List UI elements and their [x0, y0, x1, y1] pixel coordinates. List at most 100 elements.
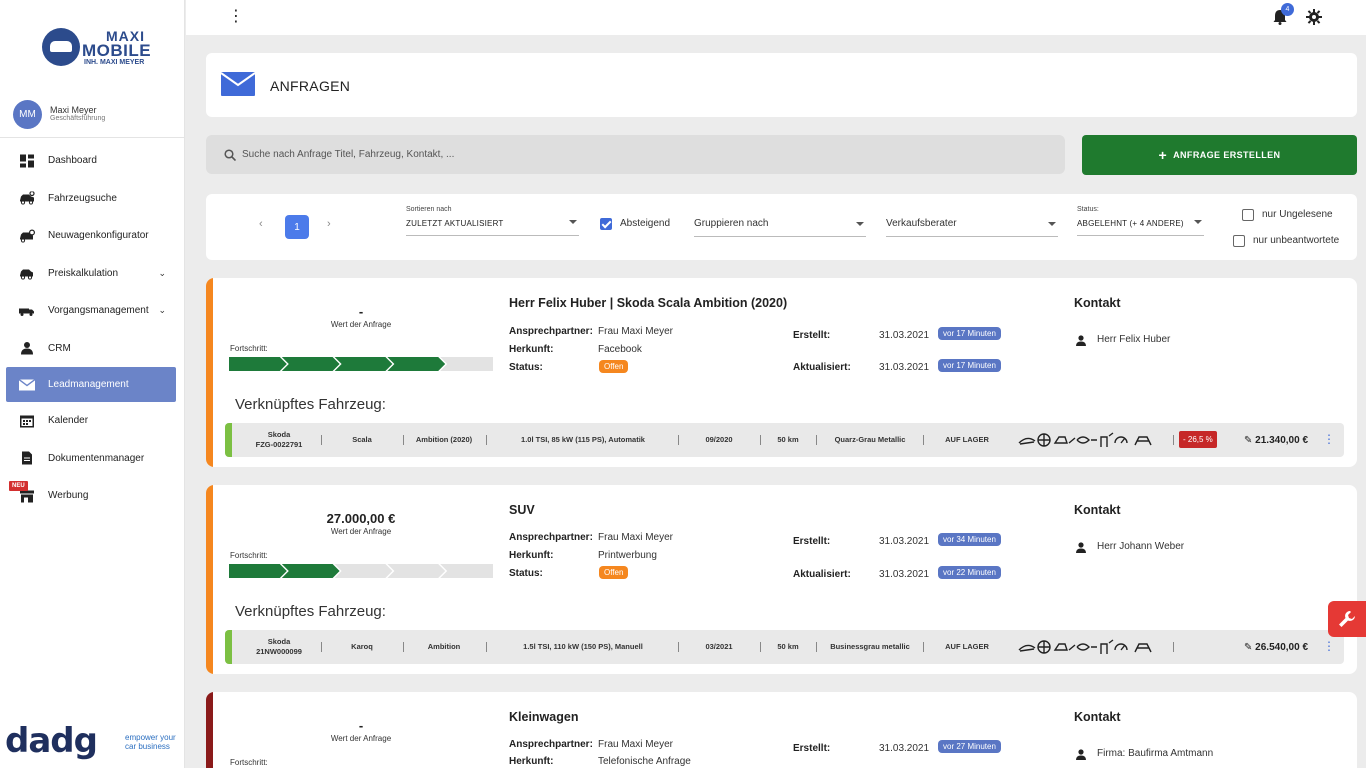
progress-bar [229, 357, 493, 371]
new-badge: NEU [9, 481, 28, 491]
feature-icon [1100, 639, 1114, 654]
sidebar-item-label: Werbung [48, 490, 89, 502]
feature-icon [1134, 643, 1152, 653]
sidebar: MAXI MOBILE INH. MAXI MEYER MM Maxi Meye… [0, 0, 185, 768]
maxi-mobile-logo[interactable]: MAXI MOBILE INH. MAXI MEYER [40, 28, 151, 72]
vehicle-color: Businessgrau metallic [830, 642, 910, 651]
sidebar-item-leadmanagement[interactable]: Leadmanagement [6, 367, 176, 402]
updated-date: 31.03.2021 [879, 362, 930, 373]
contact-name[interactable]: Herr Johann Weber [1097, 541, 1184, 552]
vehicle-make-id: Skoda 21NW000099 [239, 630, 319, 664]
sidebar-item-neuwagenkonfigurator[interactable]: Neuwagenkonfigurator [0, 217, 185, 255]
status-select[interactable]: Status: ABGELEHNT (+ 4 ANDERE) [1077, 206, 1204, 236]
divider [923, 435, 924, 445]
page-button-current[interactable]: 1 [285, 215, 309, 239]
contact-name[interactable]: Firma: Baufirma Amtmann [1097, 748, 1213, 759]
inquiry-value-caption: Wert der Anfrage [330, 527, 392, 536]
created-date: 31.03.2021 [879, 743, 930, 754]
chevron-down-icon[interactable]: ⌄ [158, 268, 166, 279]
progress-label: Fortschritt: [230, 758, 268, 767]
wrench-icon [1339, 611, 1355, 627]
created-label: Erstellt: [793, 743, 831, 754]
inquiry-card[interactable]: - Wert der Anfrage Fortschritt: Kleinwag… [206, 692, 1357, 768]
chevron-down-icon[interactable]: ⌄ [158, 305, 166, 316]
unanswered-only-label: nur unbeantwortete [1253, 235, 1340, 246]
search-icon [224, 149, 236, 161]
contact-heading: Kontakt [1074, 503, 1121, 517]
sidebar-item-crm[interactable]: CRM [0, 330, 185, 368]
sort-label: Sortieren nach [406, 206, 452, 213]
create-inquiry-button[interactable]: + ANFRAGE ERSTELLEN [1082, 135, 1357, 175]
sales-advisor-select[interactable]: Verkaufsberater [886, 209, 1058, 237]
person-icon [1076, 542, 1086, 553]
vehicle-status-stripe [225, 423, 232, 457]
inquiry-value: - [358, 304, 364, 319]
status-badge: Offen [599, 566, 629, 579]
chevron-left-icon[interactable]: ‹ [259, 218, 263, 230]
vehicle-stock: AUF LAGER [945, 435, 989, 444]
user-profile[interactable]: MM Maxi Meyer Geschäftsführung [0, 96, 185, 138]
inquiry-card[interactable]: - Wert der Anfrage Fortschritt: Herr Fel… [206, 278, 1357, 467]
sidebar-item-werbung[interactable]: Werbung [0, 477, 185, 515]
document-icon [22, 451, 32, 465]
inquiry-title[interactable]: Kleinwagen [509, 710, 578, 724]
divider [760, 435, 761, 445]
sidebar-item-kalender[interactable]: Kalender [0, 402, 185, 440]
sidebar-item-dashboard[interactable]: Dashboard [0, 142, 185, 180]
vehicle-id: FZG-0022791 [255, 440, 303, 449]
vehicle-price[interactable]: ✎ 21.340,00 € [1244, 435, 1308, 446]
feature-icon [1076, 436, 1097, 444]
calendar-icon [20, 415, 34, 428]
sidebar-item-vorgangsmanagement[interactable]: Vorgangsmanagement ⌄ [0, 292, 185, 330]
unanswered-only-checkbox[interactable] [1233, 235, 1245, 247]
status-stripe [206, 485, 213, 674]
tools-button[interactable] [1328, 601, 1366, 637]
inquiry-title[interactable]: SUV [509, 503, 535, 517]
divider [403, 642, 404, 652]
sidebar-item-preiskalkulation[interactable]: Preiskalkulation ⌄ [0, 255, 185, 293]
status-label: Status: [509, 568, 543, 579]
inquiry-title[interactable]: Herr Felix Huber | Skoda Scala Ambition … [509, 296, 787, 310]
sort-select[interactable]: Sortieren nach ZULETZT AKTUALISIERT [406, 206, 579, 236]
divider [486, 435, 487, 445]
divider [403, 435, 404, 445]
chevron-right-icon[interactable]: › [327, 218, 331, 230]
vehicle-feature-icons [1018, 639, 1152, 654]
divider [486, 642, 487, 652]
sidebar-item-fahrzeugsuche[interactable]: Fahrzeugsuche [0, 180, 185, 218]
progress-segment [281, 564, 340, 578]
car-logo-icon [42, 28, 80, 66]
divider [1173, 642, 1174, 652]
dropdown-arrow-icon [569, 220, 577, 224]
linked-vehicle-row[interactable]: Skoda FZG-0022791 Scala Ambition (2020) 1… [225, 423, 1344, 457]
sidebar-item-label: Vorgangsmanagement [48, 305, 149, 317]
origin-label: Herkunft: [509, 550, 554, 561]
gear-icon[interactable] [1306, 9, 1322, 25]
vehicle-mileage: 50 km [777, 642, 799, 651]
more-vert-icon[interactable]: ⋮ [1323, 433, 1335, 445]
contact-person-value: Frau Maxi Meyer [598, 532, 674, 543]
unread-only-checkbox[interactable] [1242, 209, 1254, 221]
contact-person-label: Ansprechpartner: [509, 532, 593, 543]
page-title: ANFRAGEN [270, 78, 351, 94]
vehicle-mileage: 50 km [777, 435, 799, 444]
descending-checkbox[interactable] [600, 218, 612, 230]
inquiry-value: 27.000,00 € [326, 511, 396, 526]
vehicle-price[interactable]: ✎ 26.540,00 € [1244, 642, 1308, 653]
divider [1173, 435, 1174, 445]
linked-vehicle-row[interactable]: Skoda 21NW000099 Karoq Ambition 1.5l TSI,… [225, 630, 1344, 664]
more-vert-icon[interactable]: ⋮ [1323, 640, 1335, 652]
vehicle-price-value: 26.540,00 € [1255, 642, 1308, 653]
group-by-select[interactable]: Gruppieren nach [694, 209, 866, 237]
inquiry-card[interactable]: 27.000,00 € Wert der Anfrage Fortschritt… [206, 485, 1357, 674]
origin-value: Telefonische Anfrage [598, 756, 691, 767]
sales-advisor-placeholder: Verkaufsberater [886, 218, 957, 229]
more-vert-icon[interactable]: ⋮ [228, 9, 244, 25]
status-label: Status: [1077, 206, 1099, 213]
sidebar-item-dokumentenmanager[interactable]: Dokumentenmanager [0, 440, 185, 478]
create-inquiry-label: ANFRAGE ERSTELLEN [1173, 150, 1281, 160]
contact-name[interactable]: Herr Felix Huber [1097, 334, 1170, 345]
search-input[interactable] [242, 135, 1042, 174]
user-role: Geschäftsführung [50, 115, 106, 122]
created-label: Erstellt: [793, 330, 831, 341]
